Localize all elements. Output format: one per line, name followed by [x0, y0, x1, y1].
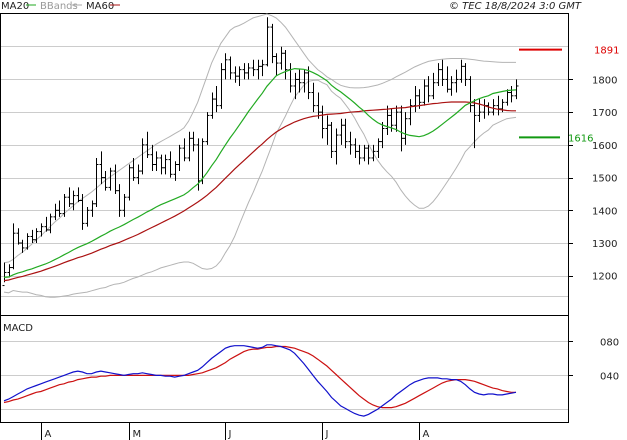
price-y-axis: 1200 1300 1400 1500 1600 1700 1800 — [568, 75, 617, 283]
price-y-label-1200: 1200 — [592, 272, 617, 283]
time-label-2: J — [228, 429, 232, 440]
macd-y-label-40: 040 — [600, 371, 619, 382]
price-y-label-1600: 1600 — [592, 141, 617, 152]
price-y-label-1800: 1800 — [592, 75, 617, 86]
time-label-1: M — [133, 429, 142, 440]
macd-panel: 040 080 MACD — [0, 315, 619, 423]
time-label-4: A — [423, 429, 430, 440]
legend-ma60-label: MA60 — [86, 1, 114, 12]
time-axis: AMJJA — [41, 422, 430, 440]
price-y-label-1500: 1500 — [592, 174, 617, 185]
price-y-label-1300: 1300 — [592, 239, 617, 250]
price-panel-frame — [0, 13, 569, 316]
stock-chart: 1200130014001500160017001800 18911616 MA… — [0, 1, 619, 440]
price-y-label-1400: 1400 — [592, 206, 617, 217]
macd-y-label-80: 080 — [600, 337, 619, 348]
price-y-label-1700: 1700 — [592, 108, 617, 119]
level-label-1891: 1891 — [594, 46, 619, 57]
macd-panel-title: MACD — [3, 323, 33, 334]
chart-legend: MA20 BBands MA60 — [1, 1, 120, 12]
time-label-0: A — [45, 429, 52, 440]
legend-ma20-label: MA20 — [1, 1, 29, 12]
macd-y-axis: 040 080 — [568, 337, 619, 382]
macd-panel-frame — [0, 315, 569, 423]
price-panel: 1200 1300 1400 1500 1600 1700 1800 1891 1616 — [0, 13, 619, 316]
source-timestamp: © TEC 18/8/2024 3:0 GMT — [449, 1, 582, 12]
time-label-3: J — [325, 429, 329, 440]
level-label-1616: 1616 — [568, 133, 593, 144]
legend-bbands-label: BBands — [40, 1, 78, 12]
